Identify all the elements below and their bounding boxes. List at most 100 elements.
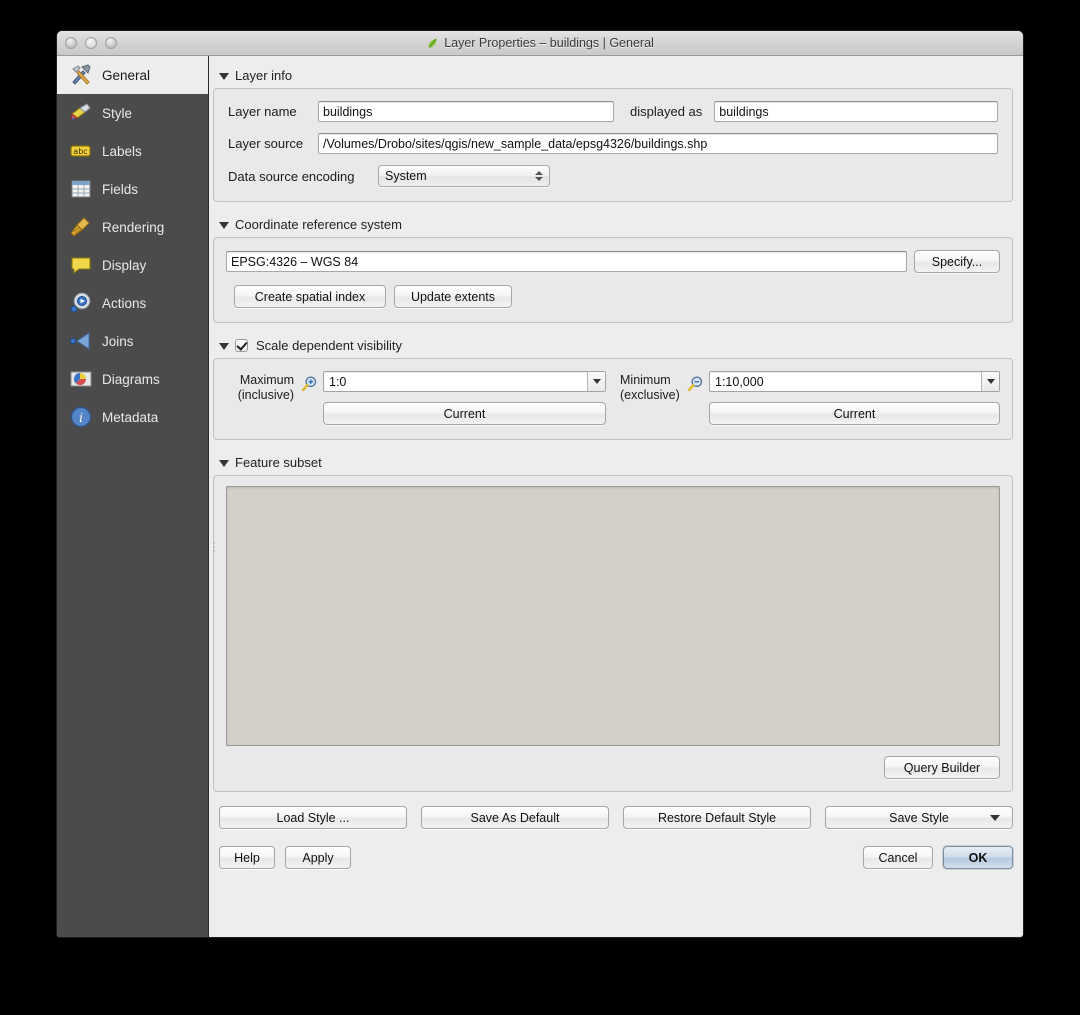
close-button[interactable] [65,37,77,49]
window-body: General Style abc [57,56,1023,938]
sidebar-item-label: Diagrams [102,372,160,387]
layer-info-header[interactable]: Layer info [219,66,1013,84]
scale-visibility-header[interactable]: Scale dependent visibility [219,336,1013,354]
chevron-down-icon[interactable] [981,372,999,391]
feature-subset-group: Query Builder [213,475,1013,792]
sidebar-item-label: Rendering [102,220,164,235]
ok-button[interactable]: OK [943,846,1013,869]
restore-default-style-button[interactable]: Restore Default Style [623,806,811,829]
crs-input[interactable]: EPSG:4326 – WGS 84 [226,251,907,272]
crs-actions-row: Create spatial index Update extents [226,285,1000,308]
title-container: Layer Properties – buildings | General [426,36,654,50]
join-arrow-icon [69,329,93,353]
info-circle-icon: i [69,405,93,429]
minimum-current-button[interactable]: Current [709,402,1000,425]
minimum-label-line1: Minimum [620,373,682,388]
sidebar-item-style[interactable]: Style [57,94,208,132]
crs-row: EPSG:4326 – WGS 84 Specify... [226,250,1000,273]
chevron-down-icon[interactable] [219,460,229,467]
layer-source-input[interactable]: /Volumes/Drobo/sites/qgis/new_sample_dat… [318,133,998,154]
chevron-down-icon[interactable] [219,343,229,350]
zoom-button[interactable] [105,37,117,49]
sidebar-item-fields[interactable]: Fields [57,170,208,208]
paintbrush-icon [69,101,93,125]
help-button[interactable]: Help [219,846,275,869]
chevron-down-icon[interactable] [587,372,605,391]
crs-header[interactable]: Coordinate reference system [219,215,1013,233]
window-titlebar: Layer Properties – buildings | General [57,31,1023,56]
chevron-down-icon[interactable] [219,222,229,229]
encoding-row: Data source encoding System [228,165,998,187]
displayed-as-label: displayed as [630,104,702,119]
feature-subset-textarea[interactable] [226,486,1000,746]
speech-bubble-icon [69,253,93,277]
sidebar-item-labels[interactable]: abc Labels [57,132,208,170]
scale-visibility-title: Scale dependent visibility [256,338,402,353]
layer-source-row: Layer source /Volumes/Drobo/sites/qgis/n… [228,133,998,154]
gear-play-icon [69,291,93,315]
specify-crs-button[interactable]: Specify... [914,250,1000,273]
save-style-button[interactable]: Save Style [825,806,1013,829]
displayed-as-input[interactable]: buildings [714,101,998,122]
sidebar-item-metadata[interactable]: i Metadata [57,398,208,436]
layer-name-input[interactable]: buildings [318,101,614,122]
dialog-buttons-row: Help Apply Cancel OK [213,846,1013,869]
scale-dependent-visibility-checkbox[interactable] [235,339,248,352]
magnifier-plus-icon [300,375,318,398]
chevron-down-icon[interactable] [990,815,1000,821]
cancel-button[interactable]: Cancel [863,846,933,869]
layer-name-row: Layer name buildings displayed as buildi… [228,101,998,122]
layer-info-title: Layer info [235,68,292,83]
save-as-default-button[interactable]: Save As Default [421,806,609,829]
sidebar-item-label: Joins [102,334,134,349]
svg-text:abc: abc [73,147,87,156]
window-title: Layer Properties – buildings | General [444,36,654,50]
feature-subset-title: Feature subset [235,455,322,470]
sidebar-item-label: Style [102,106,132,121]
crs-group: EPSG:4326 – WGS 84 Specify... Create spa… [213,237,1013,323]
window-controls [65,37,117,49]
table-grid-icon [69,177,93,201]
maximum-current-button[interactable]: Current [323,402,606,425]
minimize-button[interactable] [85,37,97,49]
sidebar-item-label: General [102,68,150,83]
maximum-label-line1: Maximum [226,373,294,388]
svg-text:i: i [79,411,83,425]
encoding-select[interactable]: System [378,165,550,187]
load-style-button[interactable]: Load Style ... [219,806,407,829]
feature-subset-header[interactable]: Feature subset [219,453,1013,471]
chevron-down-icon[interactable] [219,73,229,80]
maximum-scale-combo[interactable]: 1:0 [323,371,606,392]
hammer-wrench-icon [69,63,93,87]
maximum-scale-value: 1:0 [329,375,346,389]
encoding-label: Data source encoding [228,169,378,184]
crs-title: Coordinate reference system [235,217,402,232]
layer-properties-window: Layer Properties – buildings | General G… [56,30,1024,938]
sidebar-item-label: Fields [102,182,138,197]
layer-info-group: Layer name buildings displayed as buildi… [213,88,1013,202]
sidebar-item-label: Display [102,258,146,273]
sidebar-item-rendering[interactable]: Rendering [57,208,208,246]
sidebar-item-general[interactable]: General [57,56,208,94]
panel-splitter-handle[interactable] [209,540,218,554]
query-builder-button[interactable]: Query Builder [884,756,1000,779]
maximum-label-line2: (inclusive) [226,388,294,403]
apply-button[interactable]: Apply [285,846,351,869]
sidebar-item-actions[interactable]: Actions [57,284,208,322]
sidebar-item-joins[interactable]: Joins [57,322,208,360]
stepper-arrows-icon [535,171,543,181]
layer-name-label: Layer name [228,104,318,119]
style-buttons-row: Load Style ... Save As Default Restore D… [213,806,1013,829]
sidebar-item-display[interactable]: Display [57,246,208,284]
magnifier-minus-icon [686,375,704,398]
sidebar-item-diagrams[interactable]: Diagrams [57,360,208,398]
properties-sidebar: General Style abc [57,56,209,938]
save-style-label: Save Style [889,811,949,825]
update-extents-button[interactable]: Update extents [394,285,512,308]
abc-label-icon: abc [69,139,93,163]
create-spatial-index-button[interactable]: Create spatial index [234,285,386,308]
broom-icon [69,215,93,239]
minimum-scale-combo[interactable]: 1:10,000 [709,371,1000,392]
minimum-scale-value: 1:10,000 [715,375,764,389]
sidebar-item-label: Metadata [102,410,158,425]
